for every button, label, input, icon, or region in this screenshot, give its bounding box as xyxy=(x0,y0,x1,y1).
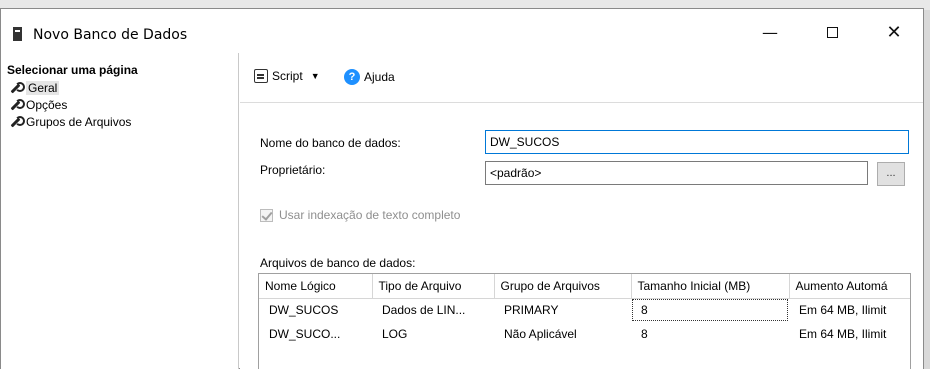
sidebar-item-opcoes[interactable]: Opções xyxy=(9,98,67,112)
maximize-button[interactable] xyxy=(809,17,855,47)
column-header[interactable]: Tamanho Inicial (MB) xyxy=(631,274,790,299)
chevron-down-icon[interactable]: ▼ xyxy=(311,71,320,81)
sidebar-item-grupos-de-arquivos[interactable]: Grupos de Arquivos xyxy=(9,115,131,129)
help-icon: ? xyxy=(344,69,360,85)
table-cell[interactable]: Em 64 MB, Ilimit xyxy=(789,298,910,322)
table-cell[interactable]: 8 xyxy=(631,298,789,322)
script-label: Script xyxy=(272,69,303,83)
script-button[interactable]: Script ▼ xyxy=(254,69,320,83)
fulltext-indexing-checkbox[interactable] xyxy=(260,208,273,222)
browse-owner-button[interactable]: ... xyxy=(877,162,905,186)
table-header-row: Nome Lógico Tipo de Arquivo Grupo de Arq… xyxy=(259,274,910,299)
app-icon xyxy=(13,27,22,41)
sidebar-item-label: Opções xyxy=(26,98,68,112)
owner-label: Proprietário: xyxy=(260,163,326,177)
wrench-icon xyxy=(9,116,25,128)
minimize-button[interactable]: — xyxy=(747,17,793,47)
table-cell[interactable]: Não Aplicável xyxy=(494,322,631,346)
table-cell[interactable]: LOG xyxy=(372,322,494,346)
table-cell[interactable]: PRIMARY xyxy=(494,298,631,322)
files-label: Arquivos de banco de dados: xyxy=(260,256,416,270)
sidebar-item-geral[interactable]: Geral xyxy=(9,81,60,95)
table-row[interactable]: DW_SUCO... LOG Não Aplicável 8 Em 64 MB,… xyxy=(259,322,910,346)
window-title: Novo Banco de Dados xyxy=(33,27,188,43)
sidebar-item-label: Geral xyxy=(26,81,60,95)
table-cell[interactable]: DW_SUCO... xyxy=(259,322,372,346)
table-cell[interactable]: Em 64 MB, Ilimit xyxy=(789,322,910,346)
db-name-label: Nome do banco de dados: xyxy=(260,136,401,150)
column-header[interactable]: Tipo de Arquivo xyxy=(372,274,495,299)
script-icon xyxy=(254,69,268,83)
sidebar-item-label: Grupos de Arquivos xyxy=(26,115,132,129)
help-label: Ajuda xyxy=(364,70,395,84)
maximize-icon xyxy=(826,26,838,38)
table-cell[interactable]: DW_SUCOS xyxy=(259,298,372,322)
toolbar: Script ▼ ? Ajuda xyxy=(240,53,923,103)
sidebar-header: Selecionar uma página xyxy=(7,63,138,77)
fulltext-indexing-label: Usar indexação de texto completo xyxy=(279,208,461,222)
help-button[interactable]: ? Ajuda xyxy=(344,69,395,85)
database-files-grid[interactable]: Nome Lógico Tipo de Arquivo Grupo de Arq… xyxy=(258,273,911,369)
table-row[interactable]: DW_SUCOS Dados de LIN... PRIMARY 8 Em 64… xyxy=(259,298,910,322)
table-cell[interactable]: 8 xyxy=(631,322,789,346)
fulltext-indexing-checkbox-row[interactable]: Usar indexação de texto completo xyxy=(260,208,460,222)
table-cell[interactable]: Dados de LIN... xyxy=(372,298,494,322)
page-selector-sidebar: Selecionar uma página Geral Opções Grupo… xyxy=(1,53,239,369)
wrench-icon xyxy=(9,99,25,111)
owner-input[interactable]: <padrão> xyxy=(485,161,868,185)
column-header[interactable]: Aumento Automá xyxy=(789,274,910,299)
db-name-input[interactable]: DW_SUCOS xyxy=(485,130,909,154)
dialog-window: Novo Banco de Dados — ✕ Selecionar uma p… xyxy=(0,8,924,369)
close-button[interactable]: ✕ xyxy=(871,17,917,47)
title-bar: Novo Banco de Dados — ✕ xyxy=(1,9,923,53)
column-header[interactable]: Nome Lógico xyxy=(259,274,373,299)
wrench-icon xyxy=(9,82,25,94)
column-header[interactable]: Grupo de Arquivos xyxy=(494,274,632,299)
general-page-content: Nome do banco de dados: DW_SUCOS Proprie… xyxy=(240,104,923,369)
